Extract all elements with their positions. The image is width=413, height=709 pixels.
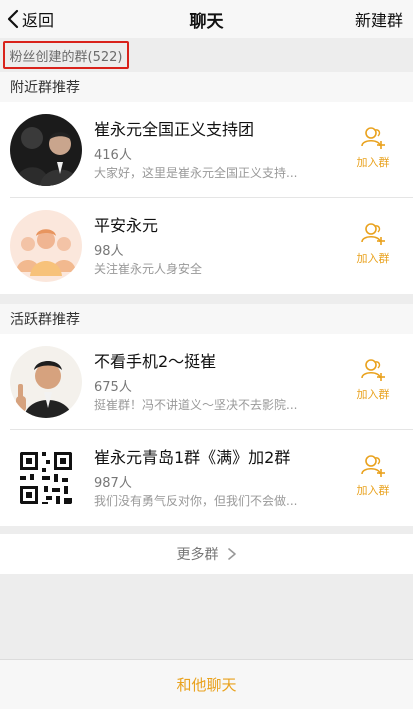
- more-groups-button[interactable]: 更多群: [0, 534, 413, 574]
- group-avatar: [10, 210, 82, 282]
- group-member-count: 98人: [94, 244, 124, 259]
- group-description: 关注崔永元人身安全: [94, 262, 203, 276]
- group-avatar: [10, 442, 82, 514]
- group-row[interactable]: 崔永元青岛1群《满》加2群 987人 我们没有勇气反对你，但我们不会做... 加…: [0, 430, 413, 526]
- group-name: 不看手机2～挺崔: [94, 352, 217, 371]
- join-label: 加入群: [356, 388, 390, 401]
- chevron-right-icon: [227, 548, 236, 560]
- back-button[interactable]: 返回: [6, 0, 54, 38]
- group-description: 挺崔群！冯不讲道义～坚决不去影院...: [94, 398, 298, 412]
- add-group-icon: [361, 127, 385, 149]
- chat-with-him-button[interactable]: 和他聊天: [0, 659, 413, 709]
- group-row[interactable]: 平安永元 98人 关注崔永元人身安全 加入群: [0, 198, 413, 294]
- join-label: 加入群: [356, 484, 390, 497]
- page-title: 聊天: [189, 11, 224, 32]
- join-group-button[interactable]: 加入群: [351, 452, 395, 504]
- group-name: 崔永元全国正义支持团: [94, 120, 255, 139]
- nav-bar: 返回 聊天 新建群: [0, 0, 413, 38]
- join-group-button[interactable]: 加入群: [351, 220, 395, 272]
- group-member-count: 987人: [94, 476, 132, 491]
- group-avatar: [10, 114, 82, 186]
- group-row[interactable]: 不看手机2～挺崔 675人 挺崔群！冯不讲道义～坚决不去影院... 加入群: [0, 334, 413, 430]
- group-name: 崔永元青岛1群《满》加2群: [94, 448, 291, 467]
- group-name: 平安永元: [94, 216, 159, 235]
- group-description: 我们没有勇气反对你，但我们不会做...: [94, 494, 298, 508]
- join-group-button[interactable]: 加入群: [351, 356, 395, 408]
- section-nearby-title: 附近群推荐: [0, 72, 413, 102]
- join-label: 加入群: [356, 156, 390, 169]
- more-groups-label: 更多群: [176, 547, 219, 563]
- add-group-icon: [361, 455, 385, 477]
- section-active-title: 活跃群推荐: [0, 304, 413, 334]
- add-group-icon: [361, 359, 385, 381]
- fan-groups-link[interactable]: 粉丝创建的群(522): [3, 41, 129, 69]
- fan-groups-header: 粉丝创建的群(522): [0, 38, 413, 72]
- group-avatar: [10, 346, 82, 418]
- chevron-left-icon: [7, 9, 19, 29]
- group-row[interactable]: 崔永元全国正义支持团 416人 大家好，这里是崔永元全国正义支持... 加入群: [0, 102, 413, 198]
- group-member-count: 675人: [94, 380, 132, 395]
- join-group-button[interactable]: 加入群: [351, 124, 395, 176]
- join-label: 加入群: [356, 252, 390, 265]
- group-member-count: 416人: [94, 148, 132, 163]
- back-label: 返回: [22, 11, 55, 30]
- new-group-button[interactable]: 新建群: [355, 0, 403, 38]
- chat-with-him-label: 和他聊天: [176, 676, 237, 694]
- group-description: 大家好，这里是崔永元全国正义支持...: [94, 166, 298, 180]
- add-group-icon: [361, 223, 385, 245]
- fan-groups-label: 粉丝创建的群(522): [9, 49, 123, 65]
